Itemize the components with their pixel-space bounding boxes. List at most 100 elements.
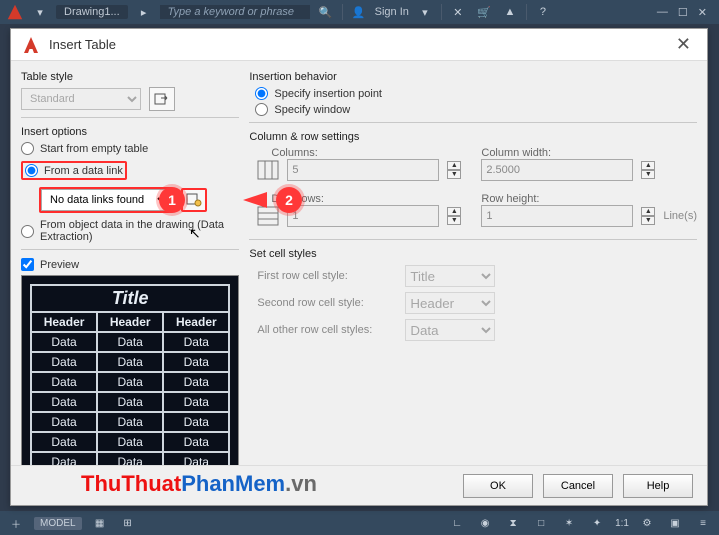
columns-input[interactable] <box>287 159 439 181</box>
restore-icon[interactable]: ☐ <box>678 6 688 19</box>
iso-icon[interactable]: ⧗ <box>503 514 523 532</box>
signin-link[interactable]: Sign In <box>375 6 409 18</box>
opt-from-data-link[interactable]: From a data link <box>21 161 127 180</box>
plus-icon[interactable]: ＋ <box>6 514 26 532</box>
osnap-icon[interactable]: □ <box>531 514 551 532</box>
opt-empty-table-label: Start from empty table <box>40 143 148 155</box>
rowheight-spinner[interactable]: ▲▼ <box>641 207 655 225</box>
search-input[interactable]: Type a keyword or phrase <box>160 5 310 19</box>
preview-label: Preview <box>40 259 79 271</box>
snap-icon[interactable]: ⊞ <box>118 514 138 532</box>
grid-icon[interactable]: ▦ <box>90 514 110 532</box>
datarows-spinner[interactable]: ▲▼ <box>447 207 461 225</box>
preview-header-cell: Header <box>163 312 229 332</box>
rowheight-label: Row height: <box>481 193 697 205</box>
quick-dropdown-icon[interactable]: ▾ <box>30 2 50 22</box>
help-icon[interactable]: ? <box>533 2 553 22</box>
other-row-style-select[interactable]: Data <box>405 319 495 341</box>
preview-title-cell: Title <box>31 285 229 312</box>
launch-icon <box>154 92 170 106</box>
second-row-style-label: Second row cell style: <box>257 297 397 309</box>
model-tab[interactable]: MODEL <box>34 517 82 530</box>
dialog-right-pane: Insertion behavior Specify insertion poi… <box>249 69 697 457</box>
table-style-label: Table style <box>21 71 239 83</box>
signin-dropdown-icon[interactable]: ▾ <box>415 2 435 22</box>
preview-data-cell: Data <box>97 352 163 372</box>
datarows-input[interactable] <box>287 205 439 227</box>
dialog-titlebar: Insert Table ✕ <box>11 29 707 61</box>
ortho-icon[interactable]: ∟ <box>447 514 467 532</box>
dialog-left-pane: Table style Standard Insert options Star… <box>21 69 239 457</box>
search-icon[interactable]: 🔍 <box>316 2 336 22</box>
annotation-scale[interactable]: 1:1 <box>615 518 629 529</box>
document-dropdown-icon[interactable]: ▸ <box>134 2 154 22</box>
preview-data-cell: Data <box>97 332 163 352</box>
opt-object-data[interactable]: From object data in the drawing (Data Ex… <box>21 219 239 243</box>
preview-data-cell: Data <box>163 432 229 452</box>
preview-data-cell: Data <box>31 412 97 432</box>
preview-data-cell: Data <box>163 352 229 372</box>
colwidth-spinner[interactable]: ▲▼ <box>641 161 655 179</box>
first-row-style-label: First row cell style: <box>257 270 397 282</box>
opt-specify-window[interactable]: Specify window <box>255 103 697 116</box>
insertion-behavior-label: Insertion behavior <box>249 71 697 83</box>
app-topbar: ▾ Drawing1... ▸ Type a keyword or phrase… <box>0 0 719 24</box>
rowheight-input[interactable] <box>481 205 633 227</box>
dialog-title: Insert Table <box>49 37 116 52</box>
watermark: ThuThuatPhanMem.vn <box>81 471 317 497</box>
customize-icon[interactable]: ≡ <box>693 514 713 532</box>
second-row-style-select[interactable]: Header <box>405 292 495 314</box>
dialog-close-icon[interactable]: ✕ <box>670 32 697 57</box>
preview-data-cell: Data <box>163 332 229 352</box>
close-window-icon[interactable]: ✕ <box>698 6 707 19</box>
document-name[interactable]: Drawing1... <box>56 5 128 19</box>
table-style-select[interactable]: Standard <box>21 88 141 110</box>
insert-table-dialog: Insert Table ✕ Table style Standard Inse… <box>10 28 708 506</box>
preview-data-cell: Data <box>31 432 97 452</box>
preview-data-cell: Data <box>97 372 163 392</box>
colwidth-label: Column width: <box>481 147 697 159</box>
ok-button[interactable]: OK <box>463 474 533 498</box>
first-row-style-select[interactable]: Title <box>405 265 495 287</box>
table-style-launch-button[interactable] <box>149 87 175 111</box>
opt-from-data-link-label: From a data link <box>44 165 123 177</box>
dynamic-icon[interactable]: ✦ <box>587 514 607 532</box>
gear-icon[interactable]: ⚙ <box>637 514 657 532</box>
cancel-button[interactable]: Cancel <box>543 474 613 498</box>
data-link-select[interactable]: No data links found <box>41 189 171 211</box>
autocad-a-icon <box>21 35 41 55</box>
preview-table: Title HeaderHeaderHeader DataDataDataDat… <box>30 284 230 493</box>
a360-icon[interactable]: ▲ <box>500 2 520 22</box>
preview-data-cell: Data <box>31 392 97 412</box>
datalink-icon <box>186 193 202 207</box>
insert-options-label: Insert options <box>21 126 239 138</box>
preview-header-cell: Header <box>31 312 97 332</box>
callout-1: 1 <box>159 187 185 213</box>
user-icon: 👤 <box>349 2 369 22</box>
workspace-icon[interactable]: ▣ <box>665 514 685 532</box>
preview-data-cell: Data <box>97 392 163 412</box>
status-bar: ＋ MODEL ▦ ⊞ ∟ ◉ ⧗ □ ✶ ✦ 1:1 ⚙ ▣ ≡ <box>0 511 719 535</box>
preview-data-cell: Data <box>163 372 229 392</box>
other-row-style-label: All other row cell styles: <box>257 324 397 336</box>
3dosnap-icon[interactable]: ✶ <box>559 514 579 532</box>
help-button[interactable]: Help <box>623 474 693 498</box>
rowheight-unit: Line(s) <box>663 210 697 222</box>
preview-data-cell: Data <box>97 432 163 452</box>
opt-object-data-label: From object data in the drawing (Data Ex… <box>40 219 239 243</box>
opt-empty-table[interactable]: Start from empty table <box>21 142 239 155</box>
opt-specify-point-label: Specify insertion point <box>274 88 382 100</box>
colwidth-input[interactable] <box>481 159 633 181</box>
exchange-icon[interactable]: ✕ <box>448 2 468 22</box>
preview-data-cell: Data <box>163 392 229 412</box>
columns-icon <box>257 160 279 180</box>
rows-icon <box>257 206 279 226</box>
preview-data-cell: Data <box>31 372 97 392</box>
minimize-icon[interactable]: — <box>657 6 668 19</box>
columns-spinner[interactable]: ▲▼ <box>447 161 461 179</box>
preview-checkbox[interactable]: Preview <box>21 258 239 271</box>
polar-icon[interactable]: ◉ <box>475 514 495 532</box>
cart-icon[interactable]: 🛒 <box>474 2 494 22</box>
col-row-label: Column & row settings <box>249 131 697 143</box>
opt-specify-point[interactable]: Specify insertion point <box>255 87 697 100</box>
